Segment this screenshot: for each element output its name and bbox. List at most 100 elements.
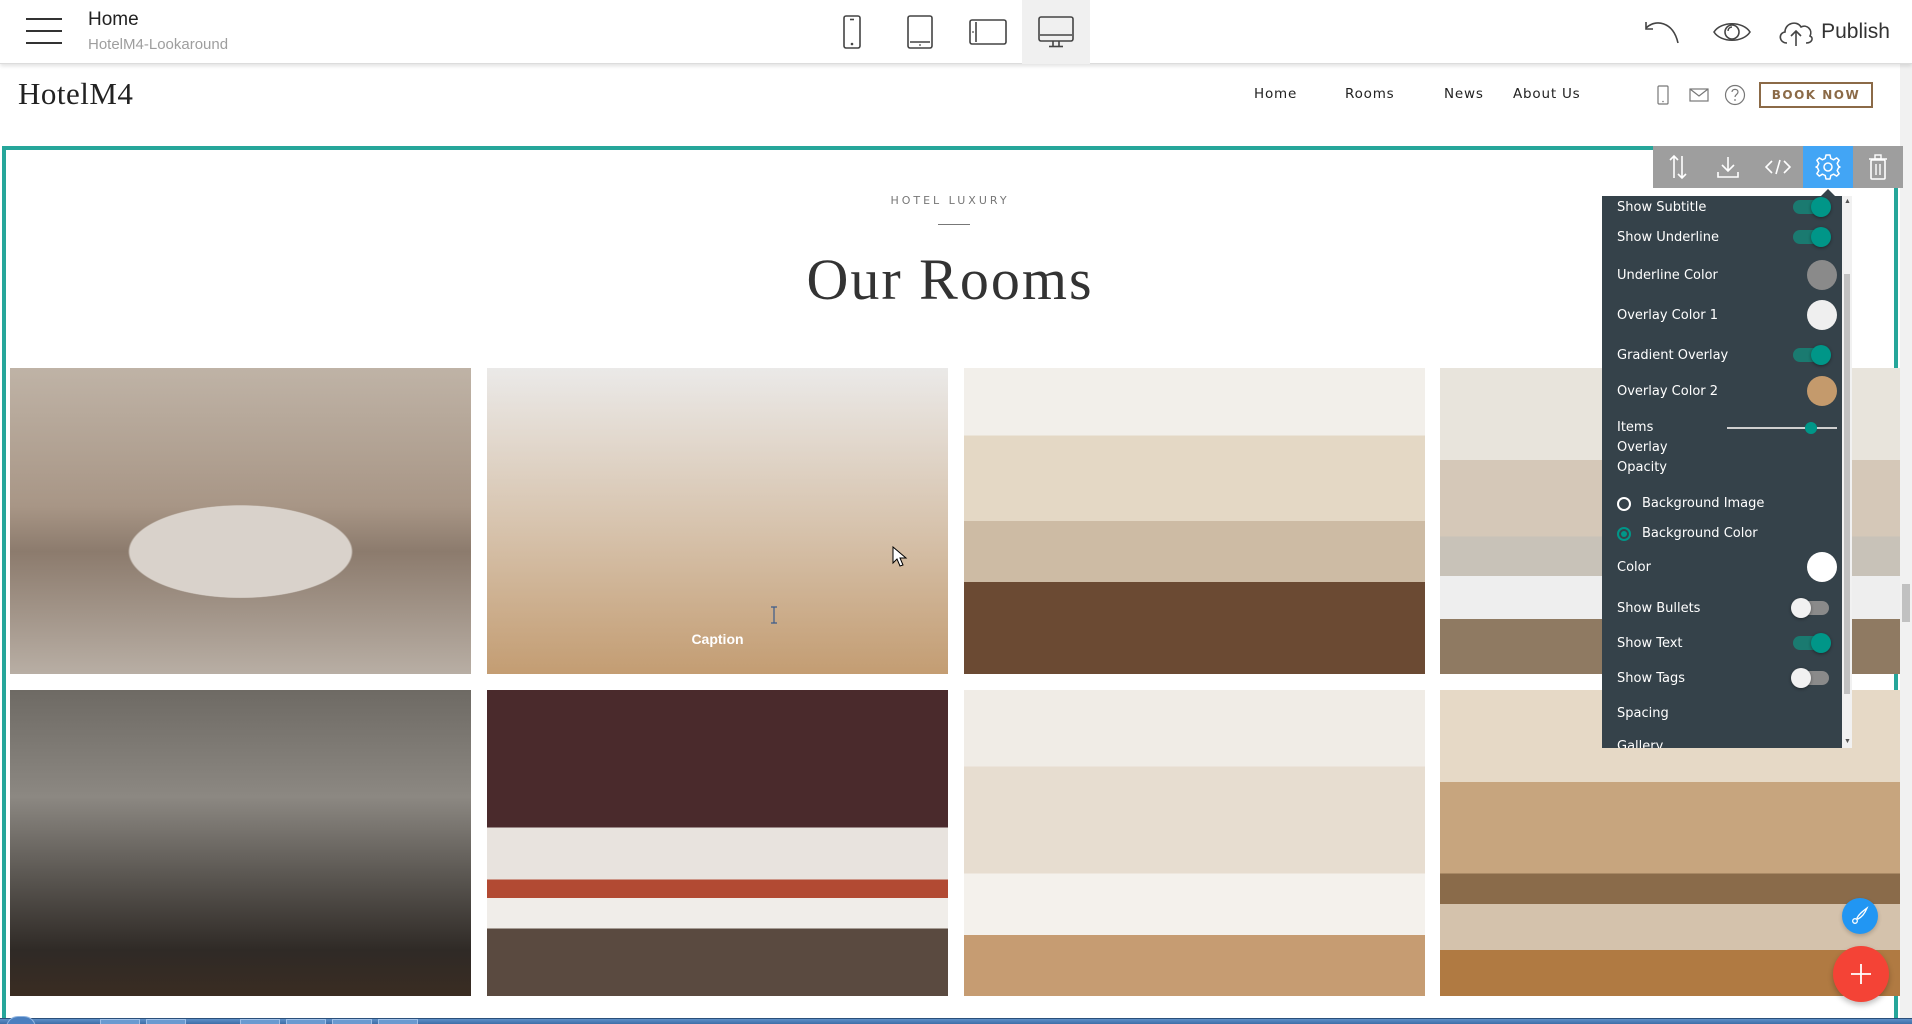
menu-hamburger-icon[interactable] (26, 18, 62, 44)
show-text-toggle[interactable] (1793, 633, 1831, 653)
overlay-opacity-slider[interactable] (1727, 418, 1837, 438)
label-line: Overlay (1617, 440, 1668, 455)
show-underline-toggle[interactable] (1793, 227, 1831, 247)
taskbar-button[interactable] (240, 1019, 280, 1024)
help-icon[interactable] (1717, 83, 1753, 107)
code-block-button[interactable] (1753, 146, 1803, 188)
panel-scrollbar-thumb[interactable] (1844, 274, 1850, 694)
gallery-item-2[interactable]: Caption (487, 368, 948, 674)
block-toolbar (1653, 146, 1903, 188)
radio-button-checked[interactable] (1617, 526, 1631, 541)
slider-thumb[interactable] (1804, 422, 1817, 434)
show-bullets-toggle[interactable] (1791, 598, 1829, 618)
setting-overlay-color-2: Overlay Color 2 (1617, 375, 1839, 407)
nav-link-home[interactable]: Home (1254, 86, 1345, 102)
cloud-upload-icon (1779, 22, 1813, 46)
delete-block-button[interactable] (1853, 146, 1903, 188)
setting-items-overlay-opacity: Items Overlay Opacity (1617, 418, 1839, 480)
scroll-up-arrow-icon[interactable]: ▲ (1844, 198, 1851, 206)
taskbar-button[interactable] (332, 1019, 372, 1024)
setting-gradient-overlay: Gradient Overlay (1617, 343, 1839, 367)
setting-label: Show Tags (1617, 670, 1685, 686)
setting-label: Overlay Color 2 (1617, 383, 1719, 399)
show-tags-toggle[interactable] (1791, 668, 1829, 688)
gallery-item-3[interactable] (964, 368, 1425, 674)
phone-icon[interactable] (1645, 83, 1681, 107)
trash-icon (1869, 154, 1887, 180)
taskbar-button[interactable] (286, 1019, 326, 1024)
device-tablet-button[interactable] (886, 0, 954, 64)
block-settings-panel: Show Subtitle Show Underline Underline C… (1602, 196, 1852, 748)
tablet-icon (907, 15, 933, 49)
top-actions: Publish (1643, 0, 1912, 64)
header-icons (1645, 83, 1753, 107)
download-icon (1717, 157, 1739, 178)
overlay-color-2-swatch[interactable] (1807, 376, 1837, 406)
nav-link-about-us[interactable]: About Us (1513, 86, 1603, 102)
page-scrollbar-thumb[interactable] (1902, 584, 1910, 622)
slider-track (1727, 427, 1837, 429)
setting-label: Show Bullets (1617, 600, 1701, 616)
style-brush-button[interactable] (1842, 898, 1878, 934)
preview-button[interactable] (1713, 0, 1752, 64)
setting-label: Show Underline (1617, 229, 1720, 245)
undo-button[interactable] (1643, 0, 1681, 64)
setting-label: Gradient Overlay (1617, 347, 1729, 363)
underline-color-swatch[interactable] (1807, 260, 1837, 290)
scroll-down-arrow-icon[interactable]: ▼ (1844, 738, 1851, 746)
label-line: Opacity (1617, 460, 1668, 475)
taskbar-button[interactable] (100, 1019, 140, 1024)
device-desktop-button[interactable] (1022, 0, 1090, 64)
setting-label: Gallery (1617, 738, 1664, 749)
show-subtitle-toggle[interactable] (1793, 197, 1831, 217)
gallery-item-6[interactable] (487, 690, 948, 996)
start-button[interactable] (6, 1016, 36, 1024)
nav-link-rooms[interactable]: Rooms (1345, 86, 1444, 102)
device-mobile-button[interactable] (818, 0, 886, 64)
radio-button[interactable] (1617, 496, 1631, 511)
mail-icon[interactable] (1681, 83, 1717, 107)
mouse-pointer-icon (892, 546, 908, 567)
block-settings-button[interactable] (1803, 146, 1853, 188)
background-color-radio[interactable]: Background Color (1617, 526, 1758, 541)
plus-icon (1851, 964, 1871, 984)
save-block-button[interactable] (1703, 146, 1753, 188)
tablet-landscape-icon (969, 19, 1007, 45)
gallery-item-7[interactable] (964, 690, 1425, 996)
nav-link-news[interactable]: News (1444, 86, 1513, 102)
site-header: HotelM4 Home Rooms News About Us BOOK NO… (0, 64, 1900, 146)
desktop-icon (1038, 16, 1074, 48)
site-nav: Home Rooms News About Us (1254, 86, 1603, 102)
overlay-color-1-swatch[interactable] (1807, 300, 1837, 330)
move-block-button[interactable] (1653, 146, 1703, 188)
setting-overlay-color-1: Overlay Color 1 (1617, 299, 1839, 331)
panel-scrollbar[interactable]: ▲ ▼ (1842, 196, 1852, 748)
book-now-button[interactable]: BOOK NOW (1759, 82, 1873, 108)
background-image-radio[interactable]: Background Image (1617, 496, 1764, 511)
setting-underline-color: Underline Color (1617, 259, 1839, 291)
setting-label: Show Subtitle (1617, 199, 1707, 215)
brush-icon (1852, 906, 1869, 924)
gradient-overlay-toggle[interactable] (1793, 345, 1831, 365)
setting-label: Overlay Color 1 (1617, 307, 1719, 323)
label-line: Items (1617, 420, 1654, 435)
device-tablet-landscape-button[interactable] (954, 0, 1022, 64)
taskbar-button[interactable] (378, 1019, 418, 1024)
taskbar-button[interactable] (146, 1019, 186, 1024)
eye-icon (1713, 22, 1752, 42)
gallery-item-1[interactable] (10, 368, 471, 674)
page-scrollbar[interactable] (1900, 64, 1912, 1018)
mobile-icon (843, 15, 861, 49)
gallery-caption[interactable]: Caption (487, 631, 948, 647)
setting-spacing[interactable]: Spacing (1617, 701, 1839, 725)
move-updown-icon (1669, 154, 1687, 180)
add-block-button[interactable] (1833, 946, 1889, 1002)
device-switcher (818, 0, 1090, 64)
site-logo[interactable]: HotelM4 (18, 76, 133, 112)
gallery-item-5[interactable] (10, 690, 471, 996)
radio-label: Background Image (1642, 496, 1765, 511)
page-title[interactable]: Home (88, 9, 139, 31)
publish-button[interactable]: Publish (1777, 0, 1890, 64)
setting-gallery[interactable]: Gallery (1617, 734, 1839, 749)
background-color-swatch[interactable] (1807, 552, 1837, 582)
